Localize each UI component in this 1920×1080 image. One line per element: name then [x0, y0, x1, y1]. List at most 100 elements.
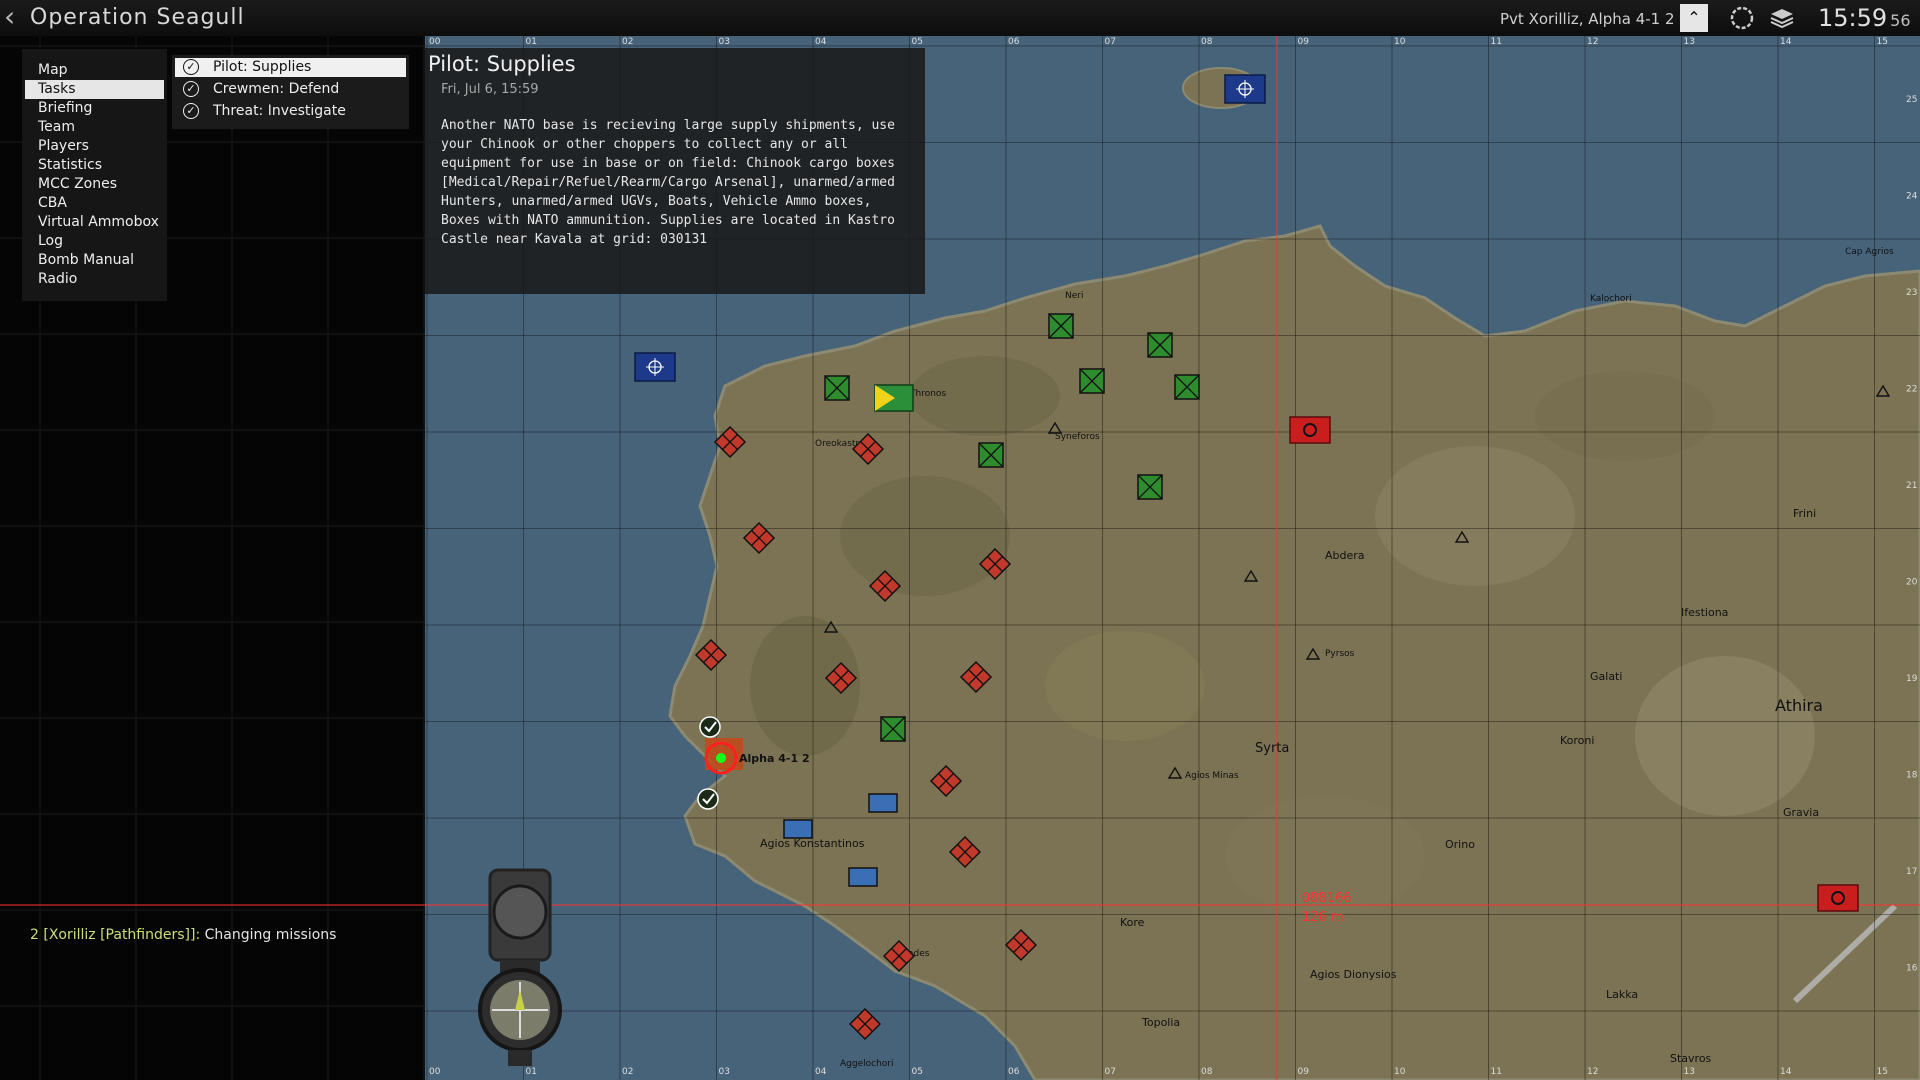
task-item[interactable]: ✓ Crewmen: Defend: [175, 80, 406, 99]
friendly-unit-marker: [868, 793, 898, 813]
grid-label: 08: [1201, 37, 1213, 47]
grid-label: 23: [1906, 288, 1917, 298]
town-label: Cap Agrios: [1845, 247, 1894, 257]
task-item[interactable]: ✓ Threat: Investigate: [175, 102, 406, 121]
grid-label: 02: [622, 37, 633, 47]
clock-seconds: 56: [1890, 11, 1911, 30]
grid-label: 13: [1684, 1067, 1695, 1077]
chevron-up-icon[interactable]: ⌃: [1680, 4, 1708, 32]
town-label: Aggelochori: [840, 1059, 894, 1069]
cursor-distance-readout: 126 m: [1302, 910, 1344, 925]
grid-label: 00: [429, 37, 441, 47]
task-body-line: [Medical/Repair/Refuel/Rearm/Cargo Arsen…: [441, 175, 895, 190]
terrain-patch: [1375, 446, 1575, 586]
town-label: Galati: [1590, 670, 1622, 683]
grid-label: 12: [1587, 37, 1598, 47]
back-button[interactable]: ‹: [4, 2, 15, 32]
grid-label: 12: [1587, 1067, 1598, 1077]
town-label: Stavros: [1670, 1052, 1712, 1065]
grid-label: 01: [526, 37, 537, 47]
compass-icon: [478, 868, 562, 1066]
menu-item-cba[interactable]: CBA: [25, 194, 164, 213]
layers-icon[interactable]: [1768, 4, 1796, 32]
task-body-line: Boxes with NATO ammunition. Supplies are…: [441, 213, 895, 228]
grid-label: 11: [1491, 1067, 1502, 1077]
task-item[interactable]: ✓ Pilot: Supplies: [175, 58, 406, 77]
checkmark-icon: ✓: [183, 59, 199, 75]
terrain-patch: [1535, 371, 1715, 461]
town-label: Agios Dionysios: [1310, 968, 1397, 981]
independent-marker: [1048, 313, 1074, 339]
task-label: Threat: Investigate: [213, 103, 346, 119]
town-label: Koroni: [1560, 734, 1594, 747]
town-label: Thronos: [909, 389, 946, 399]
independent-marker: [1174, 374, 1200, 400]
menu-item-virtual-ammobox[interactable]: Virtual Ammobox: [25, 213, 164, 232]
checkmark-icon: [699, 716, 721, 738]
checkmark-icon: ✓: [183, 81, 199, 97]
grid-label: 09: [1298, 37, 1310, 47]
grid-label: 17: [1906, 867, 1917, 877]
grid-label: 10: [1394, 1067, 1406, 1077]
task-body-line: Hunters, unarmed/armed UGVs, Boats, Vehi…: [441, 194, 872, 209]
town-label: Neri: [1065, 291, 1083, 301]
grid-label: 18: [1906, 771, 1918, 781]
menu-item-team[interactable]: Team: [25, 118, 164, 137]
csat-flag: [1289, 416, 1331, 444]
menu-item-players[interactable]: Players: [25, 137, 164, 156]
player-unit-label: Alpha 4-1 2: [739, 752, 810, 765]
player-dot: [716, 753, 726, 763]
csat-flag: [1817, 884, 1859, 912]
town-label: Lakka: [1606, 988, 1638, 1001]
grid-label: 05: [912, 1067, 923, 1077]
clock-hours-minutes: 15:59: [1818, 4, 1888, 32]
grid-label: 16: [1906, 964, 1918, 974]
grid-label: 03: [719, 37, 730, 47]
task-body-line: Another NATO base is recieving large sup…: [441, 118, 895, 133]
terrain-patch: [1045, 631, 1205, 741]
grid-label: 21: [1906, 481, 1917, 491]
menu-item-briefing[interactable]: Briefing: [25, 99, 164, 118]
cursor-grid-readout: 088166: [1302, 891, 1352, 906]
menu-item-mcc-zones[interactable]: MCC Zones: [25, 175, 164, 194]
task-date: Fri, Jul 6, 15:59: [441, 82, 539, 97]
aaf-flag-marker: [874, 384, 914, 412]
mission-title: Operation Seagull: [30, 5, 245, 30]
friendly-unit-marker: [848, 867, 878, 887]
terrain-patch: [1635, 656, 1815, 816]
top-bar: ‹ Operation Seagull Pvt Xorilliz, Alpha …: [0, 0, 1920, 37]
task-body: Another NATO base is recieving large sup…: [441, 116, 901, 249]
menu-list: Map Tasks Briefing Team Players Statistics MCC…: [22, 61, 167, 289]
independent-marker: [880, 716, 906, 742]
menu-item-log[interactable]: Log: [25, 232, 164, 251]
grid-label: 07: [1105, 1067, 1116, 1077]
task-title: Pilot: Supplies: [428, 52, 576, 76]
grid-label: 04: [815, 1067, 827, 1077]
menu-item-bomb-manual[interactable]: Bomb Manual: [25, 251, 164, 270]
menu-item-statistics[interactable]: Statistics: [25, 156, 164, 175]
checkmark-icon: ✓: [183, 103, 199, 119]
menu-item-map[interactable]: Map: [25, 61, 164, 80]
independent-marker: [1147, 332, 1173, 358]
grid-label: 14: [1780, 37, 1792, 47]
town-label: Pyrsos: [1325, 649, 1355, 659]
independent-marker: [824, 375, 850, 401]
town-label: Ifestiona: [1681, 606, 1728, 619]
grid-label: 08: [1201, 1067, 1213, 1077]
terrain-patch: [840, 476, 1010, 596]
town-label: Topolia: [1141, 1016, 1180, 1029]
grid-label: 24: [1906, 192, 1918, 202]
town-label: Kore: [1120, 916, 1145, 929]
objective-complete-marker: [697, 788, 719, 810]
menu-item-radio[interactable]: Radio: [25, 270, 164, 289]
independent-marker: [978, 442, 1004, 468]
objective-complete-marker: [699, 716, 721, 738]
grid-label: 14: [1780, 1067, 1792, 1077]
friendly-unit-marker: [783, 819, 813, 839]
task-body-line: Castle near Kavala at grid: 030131: [441, 232, 708, 247]
menu-item-tasks[interactable]: Tasks: [25, 80, 164, 99]
grid-label: 00: [429, 1067, 441, 1077]
sync-icon[interactable]: [1728, 4, 1756, 32]
grid-label: 20: [1906, 578, 1918, 588]
side-menu: Map Tasks Briefing Team Players Statistics MCC…: [22, 49, 167, 301]
